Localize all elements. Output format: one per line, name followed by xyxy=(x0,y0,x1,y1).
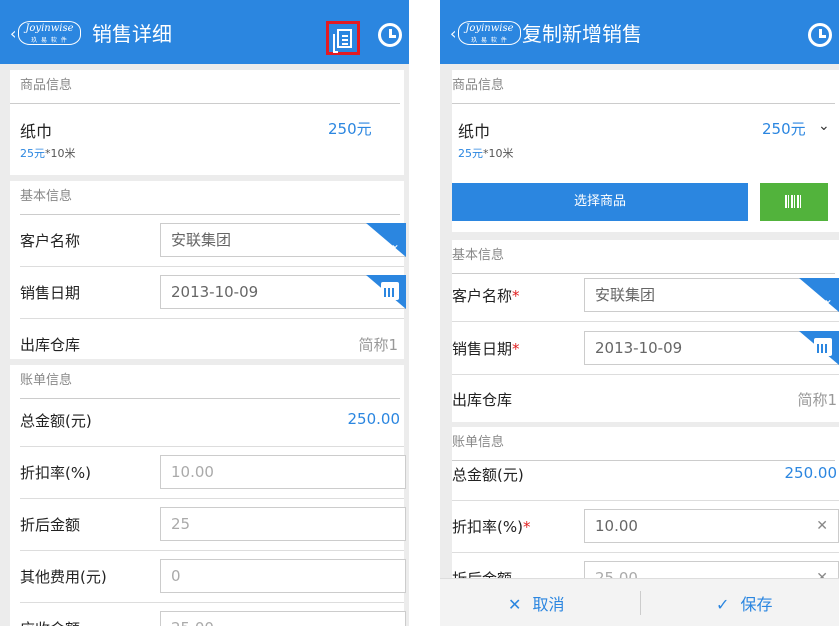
app-logo: Joyinwise 玖 易 软 件 xyxy=(458,21,521,45)
product-section-title: 商品信息 xyxy=(452,70,835,104)
close-icon: ✕ xyxy=(508,595,522,614)
dropdown-corner[interactable]: ⌄ xyxy=(799,278,839,312)
after-discount-label: 折后金额 xyxy=(20,516,81,534)
discount-label: 折扣率(%) xyxy=(20,464,91,482)
date-field[interactable]: 2013-10-09 xyxy=(584,331,839,365)
save-button[interactable]: ✓ 保存 xyxy=(716,591,773,615)
cancel-button[interactable]: ✕ 取消 xyxy=(508,591,565,615)
customer-value: 安联集团 xyxy=(595,286,656,304)
customer-select[interactable]: 安联集团 ⌄ xyxy=(584,278,839,312)
history-clock-icon[interactable] xyxy=(808,23,832,47)
date-value: 2013-10-09 xyxy=(171,283,259,301)
discount-row: 折扣率(%) 10.00 xyxy=(20,447,406,499)
cancel-label: 取消 xyxy=(532,595,565,614)
warehouse-label: 出库仓库 xyxy=(452,391,513,409)
bottom-action-bar: ✕ 取消 ✓ 保存 xyxy=(440,578,839,626)
select-product-button[interactable]: 选择商品 xyxy=(452,183,748,221)
discount-label: 折扣率(%)* xyxy=(452,518,531,536)
product-name: 纸巾 xyxy=(20,122,53,141)
dropdown-corner[interactable]: ⌄ xyxy=(366,223,406,257)
receivable-row: 应收金额 25.00 xyxy=(20,603,406,626)
total-row: 总金额(元) 250.00 xyxy=(452,449,839,501)
product-spec: 25元*10米 xyxy=(458,147,514,160)
clear-icon[interactable]: ✕ xyxy=(816,510,828,542)
calendar-button[interactable] xyxy=(799,331,839,365)
calendar-icon xyxy=(814,338,832,356)
bill-info-card: 账单信息 总金额(元) 250.00 折扣率(%)* 10.00 ✕ 折后金额 … xyxy=(452,427,839,595)
top-bar: ‹ Joyinwise 玖 易 软 件 复制新增销售 xyxy=(440,0,839,64)
warehouse-value: 简称1 xyxy=(358,336,398,354)
barcode-icon xyxy=(785,195,803,208)
customer-select[interactable]: 安联集团 ⌄ xyxy=(160,223,406,257)
receivable-label: 应收金额 xyxy=(20,618,80,626)
after-discount-row: 折后金额 25 xyxy=(20,499,406,551)
other-fee-field[interactable]: 0 xyxy=(160,559,406,593)
copy-document-icon xyxy=(333,29,352,53)
product-card: 商品信息 纸巾 250元 25元*10米 xyxy=(10,70,404,175)
save-label: 保存 xyxy=(740,595,773,614)
page-title: 销售详细 xyxy=(92,22,172,46)
discount-field[interactable]: 10.00 xyxy=(160,455,406,489)
date-label: 销售日期* xyxy=(452,340,520,358)
divider xyxy=(640,591,641,615)
discount-field[interactable]: 10.00 ✕ xyxy=(584,509,839,543)
date-value: 2013-10-09 xyxy=(595,339,683,357)
warehouse-value: 简称1 xyxy=(797,391,837,409)
warehouse-row: 出库仓库 简称1 xyxy=(452,374,839,426)
chevron-down-icon: ⌄ xyxy=(389,237,400,251)
page-title: 复制新增销售 xyxy=(522,22,642,46)
basic-section-title: 基本信息 xyxy=(20,181,400,215)
sales-detail-screen: ‹ Joyinwise 玖 易 软 件 销售详细 商品信息 纸巾 250元 25元… xyxy=(0,0,409,626)
customer-value: 安联集团 xyxy=(171,231,232,249)
check-icon: ✓ xyxy=(716,595,730,614)
bill-section-title: 账单信息 xyxy=(20,365,400,399)
date-row: 销售日期 2013-10-09 xyxy=(20,267,406,319)
date-field[interactable]: 2013-10-09 xyxy=(160,275,406,309)
product-spec: 25元*10米 xyxy=(20,147,76,160)
product-section-title: 商品信息 xyxy=(10,70,400,104)
total-label: 总金额(元) xyxy=(20,412,92,430)
date-label: 销售日期 xyxy=(20,284,81,302)
discount-row: 折扣率(%)* 10.00 ✕ xyxy=(452,501,839,553)
total-value: 250.00 xyxy=(347,410,401,428)
total-row: 总金额(元) 250.00 xyxy=(20,395,404,447)
discount-value: 10.00 xyxy=(595,517,638,535)
total-label: 总金额(元) xyxy=(452,466,524,484)
app-logo: Joyinwise 玖 易 软 件 xyxy=(18,21,81,45)
other-fee-label: 其他费用(元) xyxy=(20,568,107,586)
receivable-field[interactable]: 25.00 xyxy=(160,611,406,626)
expand-chevron-icon[interactable]: ⌄ xyxy=(818,118,830,134)
product-name: 纸巾 xyxy=(458,122,491,141)
calendar-icon xyxy=(381,282,399,300)
back-logo-button[interactable]: ‹ Joyinwise 玖 易 软 件 xyxy=(10,20,81,46)
product-price: 250元 xyxy=(328,120,372,138)
other-fee-row: 其他费用(元) 0 xyxy=(20,551,406,603)
date-row: 销售日期* 2013-10-09 xyxy=(452,323,839,375)
copy-button[interactable] xyxy=(326,21,360,55)
bill-info-card: 账单信息 总金额(元) 250.00 折扣率(%) 10.00 折后金额 25 … xyxy=(10,365,406,626)
chevron-down-icon: ⌄ xyxy=(822,292,833,306)
back-chevron-icon: ‹ xyxy=(10,23,17,43)
customer-label: 客户名称* xyxy=(452,287,520,305)
back-chevron-icon: ‹ xyxy=(450,23,457,43)
basic-info-card: 基本信息 客户名称 安联集团 ⌄ 销售日期 2013-10-09 出库仓库 简称… xyxy=(10,181,406,359)
total-value: 250.00 xyxy=(784,464,838,482)
calendar-button[interactable] xyxy=(366,275,406,309)
history-clock-icon[interactable] xyxy=(378,23,402,47)
copy-new-sale-screen: ‹ Joyinwise 玖 易 软 件 复制新增销售 商品信息 纸巾 250元 ⌄… xyxy=(440,0,839,626)
back-logo-button[interactable]: ‹ Joyinwise 玖 易 软 件 xyxy=(450,20,521,46)
product-price: 250元 xyxy=(762,120,806,138)
customer-label: 客户名称 xyxy=(20,232,81,250)
customer-row: 客户名称 安联集团 ⌄ xyxy=(20,215,406,267)
warehouse-row: 出库仓库 简称1 xyxy=(20,319,404,371)
scan-barcode-button[interactable] xyxy=(760,183,828,221)
warehouse-label: 出库仓库 xyxy=(20,336,81,354)
basic-info-card: 基本信息 客户名称* 安联集团 ⌄ 销售日期* 2013-10-09 出库仓库 … xyxy=(452,240,839,422)
basic-section-title: 基本信息 xyxy=(452,240,835,274)
after-discount-field[interactable]: 25 xyxy=(160,507,406,541)
top-bar: ‹ Joyinwise 玖 易 软 件 销售详细 xyxy=(0,0,409,64)
customer-row: 客户名称* 安联集团 ⌄ xyxy=(452,270,839,322)
